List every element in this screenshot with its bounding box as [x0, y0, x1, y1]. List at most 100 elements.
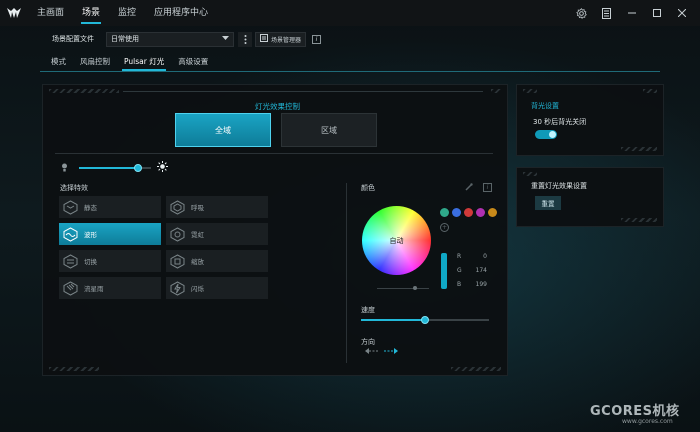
minimize-icon[interactable] [619, 0, 644, 26]
speed-label: 速度 [361, 306, 375, 314]
brightness-slider-knob[interactable] [134, 164, 143, 172]
color-swatch[interactable] [452, 208, 461, 217]
scene-manager-button[interactable]: 场景管理器 [255, 31, 307, 47]
scene-manager-icon [260, 34, 268, 44]
color-swatch[interactable] [464, 208, 473, 217]
close-icon[interactable] [669, 0, 694, 26]
notes-icon[interactable] [594, 0, 619, 26]
speed-slider-fill [361, 319, 425, 321]
tab-pulsar-lighting[interactable]: Pulsar 灯光 [117, 55, 171, 71]
tab-mode[interactable]: 模式 [44, 55, 73, 68]
main-nav: 主画面 场景 监控 应用程序中心 [28, 0, 217, 26]
effect-item-label: 霓虹 [191, 231, 204, 239]
backlight-timeout-label: 30 秒后背光关闭 [533, 118, 587, 126]
color-swatch[interactable] [476, 208, 485, 217]
tabs-divider [40, 71, 660, 72]
neon-effect-icon [170, 226, 185, 242]
color-wheel-auto-label: 自动 [389, 237, 404, 245]
effect-item-static[interactable]: 静态 [59, 196, 161, 218]
direction-left-icon[interactable] [365, 347, 379, 357]
color-swatch[interactable] [440, 208, 449, 217]
lighting-panel: 灯光效果控制 全域 区域 选择特效 静态 呼吸 波形 霓虹 切换 缩放 流星雨 闪烁 颜色 i… [42, 84, 508, 376]
brightness-control [61, 161, 171, 174]
saturation-slider-track[interactable] [377, 288, 429, 289]
effect-item-label: 切换 [84, 258, 97, 266]
tab-fan-control[interactable]: 风扇控制 [73, 55, 117, 68]
color-label: 颜色 [361, 184, 375, 192]
reset-panel: 重置灯光效果设置 重置 [516, 167, 664, 227]
sub-tabs: 模式 风扇控制 Pulsar 灯光 高级设置 [44, 55, 215, 71]
gear-icon[interactable] [569, 0, 594, 26]
profile-row: 场景配置文件 日常使用 场景管理器 i [52, 31, 322, 47]
effect-item-label: 闪烁 [191, 285, 204, 293]
effect-item-zoom[interactable]: 缩放 [166, 250, 268, 272]
mode-global-button[interactable]: 全域 [175, 113, 271, 147]
more-options-icon[interactable] [238, 31, 252, 47]
meteor-effect-icon [63, 280, 78, 296]
brightness-low-icon [61, 163, 68, 174]
panel-decoration [643, 89, 657, 93]
tab-advanced-settings[interactable]: 高级设置 [171, 55, 215, 68]
mode-zone-button[interactable]: 区域 [281, 113, 377, 147]
rgb-value[interactable]: 0 [483, 253, 487, 260]
effect-item-switch[interactable]: 切换 [59, 250, 161, 272]
direction-right-icon[interactable] [384, 347, 398, 357]
rgb-blue-row: B 199 [457, 281, 487, 288]
predator-logo-icon [0, 0, 28, 26]
rgb-green-row: G 174 [457, 267, 487, 274]
rgb-key: R [457, 253, 462, 260]
brightness-slider-fill [79, 167, 139, 169]
profile-dropdown[interactable]: 日常使用 [106, 31, 234, 47]
effect-item-label: 呼吸 [191, 204, 204, 212]
scene-manager-label: 场景管理器 [271, 36, 302, 44]
effect-item-meteor[interactable]: 流星雨 [59, 277, 161, 299]
title-bar: 主画面 场景 监控 应用程序中心 [0, 0, 700, 26]
nav-monitor[interactable]: 监控 [109, 0, 145, 26]
switch-effect-icon [63, 253, 78, 269]
color-preview [441, 253, 447, 289]
effect-item-label: 静态 [84, 204, 97, 212]
add-swatch-icon[interactable]: + [440, 223, 449, 232]
maximize-icon[interactable] [644, 0, 669, 26]
zoom-effect-icon [170, 253, 185, 269]
breathing-effect-icon [170, 199, 185, 215]
backlight-panel: 背光设置 30 秒后背光关闭 [516, 84, 664, 156]
eyedropper-icon[interactable] [465, 183, 473, 193]
effect-item-label: 流星雨 [84, 285, 104, 293]
profile-label: 场景配置文件 [52, 35, 94, 43]
profile-selected-value: 日常使用 [111, 35, 139, 43]
color-wheel[interactable]: 自动 [362, 206, 431, 275]
panel-decoration [451, 367, 501, 371]
nav-home[interactable]: 主画面 [28, 0, 73, 26]
panel-decoration [523, 89, 537, 93]
saturation-slider-knob[interactable] [413, 286, 417, 290]
effect-item-flash[interactable]: 闪烁 [166, 277, 268, 299]
color-info-icon[interactable]: i [483, 183, 492, 192]
effect-item-wave[interactable]: 波形 [59, 223, 161, 245]
watermark-url: www.gcores.com [622, 418, 673, 425]
rgb-value[interactable]: 174 [476, 267, 487, 274]
select-effect-label: 选择特效 [60, 184, 88, 192]
panel-decoration [49, 367, 99, 371]
info-icon[interactable]: i [312, 34, 322, 44]
panel-decoration [491, 89, 501, 93]
flash-effect-icon [170, 280, 185, 296]
nav-app-center[interactable]: 应用程序中心 [145, 0, 217, 26]
rgb-value[interactable]: 199 [476, 281, 487, 288]
effect-item-breathing[interactable]: 呼吸 [166, 196, 268, 218]
panel-decoration [621, 218, 657, 222]
static-effect-icon [63, 199, 78, 215]
speed-slider-knob[interactable] [421, 316, 429, 324]
watermark-logo: GCORES机核 [590, 404, 680, 419]
rgb-red-row: R 0 [457, 253, 487, 260]
backlight-toggle[interactable] [535, 130, 557, 139]
window-controls [569, 0, 694, 26]
backlight-title: 背光设置 [531, 102, 559, 110]
direction-label: 方向 [361, 338, 375, 346]
nav-scene[interactable]: 场景 [73, 0, 109, 26]
color-swatch[interactable] [488, 208, 497, 217]
rgb-key: G [457, 267, 462, 274]
effect-item-neon[interactable]: 霓虹 [166, 223, 268, 245]
reset-button[interactable]: 重置 [535, 196, 561, 210]
effect-item-label: 缩放 [191, 258, 204, 266]
